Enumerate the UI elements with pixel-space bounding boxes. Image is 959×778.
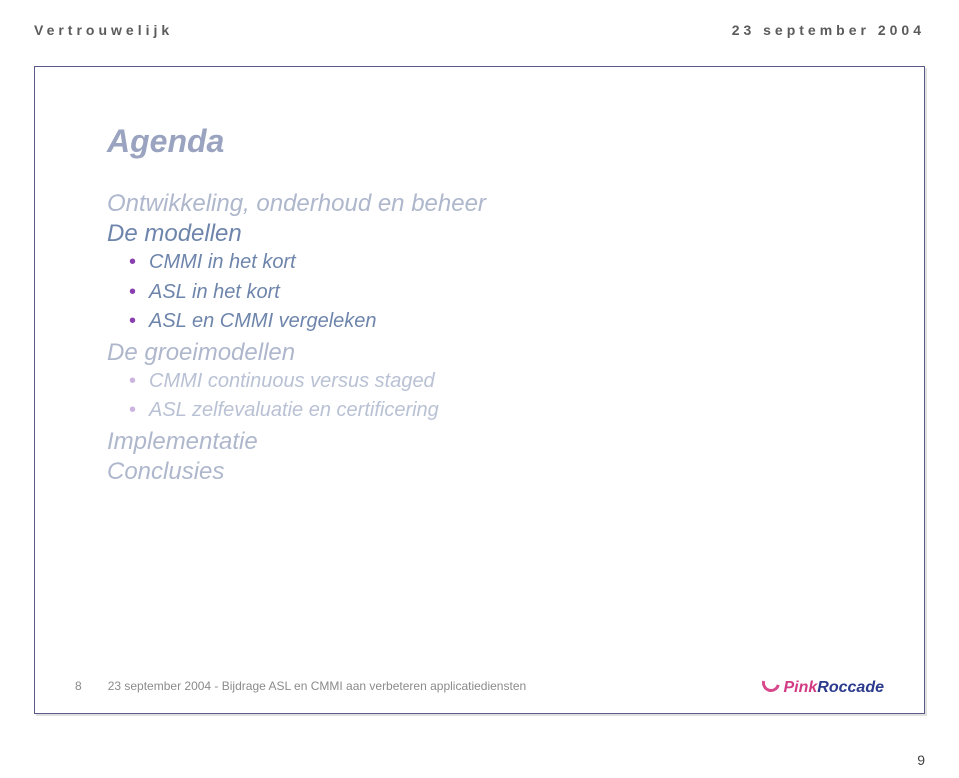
slide-deck-page-number: 8 (75, 679, 82, 693)
bullet-asl-cmmi-vergeleken: ASL en CMMI vergeleken (149, 307, 868, 337)
slide-footer: 8 23 september 2004 - Bijdrage ASL en CM… (35, 674, 924, 697)
slide-content: Agenda Ontwikkeling, onderhoud en beheer… (35, 67, 924, 486)
pinkroccade-logo: PinkRoccade (762, 674, 885, 697)
bullet-cmmi-kort: CMMI in het kort (149, 248, 868, 278)
bullets-models: CMMI in het kort ASL in het kort ASL en … (107, 248, 868, 337)
section-conclusies: Conclusies (107, 458, 868, 486)
slide-footer-caption: 23 september 2004 - Bijdrage ASL en CMMI… (108, 679, 526, 693)
header-right: 23 september 2004 (732, 22, 925, 38)
slide-footer-left: 8 23 september 2004 - Bijdrage ASL en CM… (75, 679, 526, 693)
logo-swirl-icon (758, 671, 783, 696)
bullet-cmmi-continuous: CMMI continuous versus staged (149, 367, 868, 397)
section-de-groeimodellen: De groeimodellen (107, 339, 868, 367)
logo-pink-text: Pink (784, 679, 818, 697)
bullet-asl-zelfevaluatie: ASL zelfevaluatie en certificering (149, 396, 868, 426)
section-ontwikkeling: Ontwikkeling, onderhoud en beheer (107, 190, 868, 218)
bullets-groei: CMMI continuous versus staged ASL zelfev… (107, 367, 868, 426)
section-de-modellen: De modellen (107, 220, 868, 248)
section-implementatie: Implementatie (107, 428, 868, 456)
bullet-asl-kort: ASL in het kort (149, 278, 868, 308)
header-left: Vertrouwelijk (34, 22, 173, 38)
slide-title: Agenda (107, 123, 868, 160)
doc-page-number: 9 (917, 752, 925, 768)
logo-roccade-text: Roccade (817, 679, 884, 697)
slide-frame: Agenda Ontwikkeling, onderhoud en beheer… (34, 66, 925, 714)
page: Vertrouwelijk 23 september 2004 Agenda O… (0, 0, 959, 778)
page-header: Vertrouwelijk 23 september 2004 (34, 22, 925, 38)
